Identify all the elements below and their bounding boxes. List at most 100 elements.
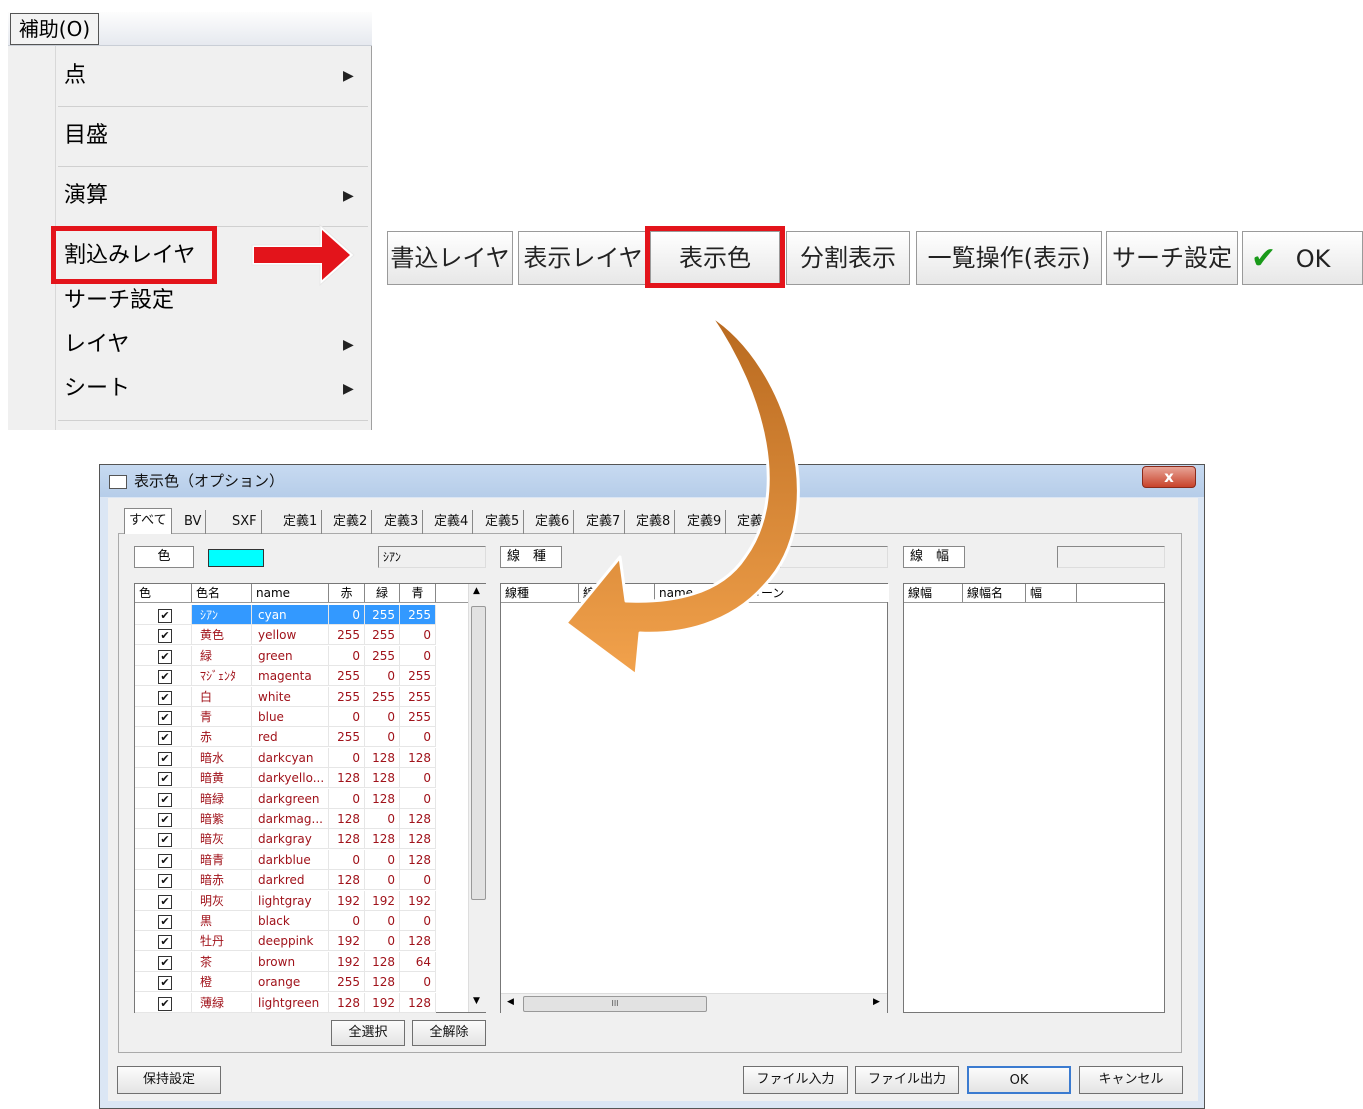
menu-title-hojo[interactable]: 補助(O) — [10, 13, 99, 45]
col-header-blue[interactable]: 青 — [400, 584, 436, 602]
tab-sxf[interactable]: SXF — [228, 510, 262, 534]
col-header-width[interactable]: 幅 — [1026, 584, 1077, 602]
table-row[interactable]: ✔ 薄緑 lightgreen 128 192 128 — [135, 992, 465, 1013]
menu-item-layer[interactable]: レイヤ — [64, 327, 129, 363]
table-row[interactable]: ✔ 暗黄 darkyello... 128 128 0 — [135, 768, 465, 789]
table-row[interactable]: ✔ 暗赤 darkred 128 0 0 — [135, 870, 465, 891]
table-row[interactable]: ✔ ｼｱﾝ cyan 0 255 255 — [135, 605, 465, 625]
blue-value: 255 — [400, 707, 436, 727]
table-row[interactable]: ✔ 暗紫 darkmag... 128 0 128 — [135, 809, 465, 829]
menu-item-interrupt-layer[interactable]: 割込みレイヤ — [64, 238, 195, 274]
table-row[interactable]: ✔ 緑 green 0 255 0 — [135, 645, 465, 666]
col-header-linewidth-name[interactable]: 線幅名 — [963, 584, 1026, 602]
table-row[interactable]: ✔ 暗水 darkcyan 0 128 128 — [135, 747, 465, 768]
green-value: 255 — [365, 645, 400, 666]
blue-value: 128 — [400, 931, 436, 952]
checkbox[interactable]: ✔ — [158, 609, 172, 623]
checkbox[interactable]: ✔ — [158, 955, 172, 970]
file-export-button[interactable]: ファイル出力 — [855, 1066, 959, 1094]
checkbox[interactable]: ✔ — [158, 690, 172, 705]
cancel-button[interactable]: キャンセル — [1079, 1066, 1183, 1094]
toolbar-search-settings-button[interactable]: サーチ設定 — [1106, 231, 1238, 285]
table-row[interactable]: ✔ 暗緑 darkgreen 0 128 0 — [135, 788, 465, 809]
checkbox[interactable]: ✔ — [158, 915, 172, 929]
col-header-green[interactable]: 緑 — [365, 584, 400, 602]
table-row[interactable]: ✔ 暗灰 darkgray 128 128 128 — [135, 829, 465, 850]
checkbox[interactable]: ✔ — [158, 731, 172, 746]
checkbox[interactable]: ✔ — [158, 751, 172, 766]
dialog-ok-button[interactable]: OK — [967, 1066, 1071, 1094]
red-value: 0 — [329, 645, 365, 666]
checkbox[interactable]: ✔ — [158, 976, 172, 991]
header-divider — [135, 602, 485, 603]
menu-item-calc[interactable]: 演算 — [64, 178, 108, 214]
menu-item-point[interactable]: 点 — [64, 58, 86, 94]
tab-def3[interactable]: 定義3 — [380, 510, 424, 534]
toolbar-list-operation-button[interactable]: 一覧操作(表示) — [916, 231, 1102, 285]
table-row[interactable]: ✔ 牡丹 deeppink 192 0 128 — [135, 931, 465, 952]
table-row[interactable]: ✔ 黒 black 0 0 0 — [135, 911, 465, 931]
table-row[interactable]: ✔ 暗青 darkblue 0 0 128 — [135, 849, 465, 870]
menu-item-sheet[interactable]: シート — [64, 371, 130, 407]
scrollbar-thumb[interactable]: III — [523, 996, 707, 1012]
col-header-color-name[interactable]: 色名 — [192, 584, 252, 602]
menu-item-scale[interactable]: 目盛 — [64, 118, 108, 154]
table-row[interactable]: ✔ 白 white 255 255 255 — [135, 686, 465, 707]
col-header-name[interactable]: name — [252, 584, 329, 602]
table-row[interactable]: ✔ 赤 red 255 0 0 — [135, 727, 465, 748]
toolbar-write-layer-button[interactable]: 書込レイヤ — [387, 231, 513, 285]
color-name-field[interactable]: ｼｱﾝ — [378, 546, 486, 568]
toolbar-split-view-button[interactable]: 分割表示 — [786, 231, 910, 285]
checkbox[interactable]: ✔ — [158, 711, 172, 725]
linewidth-list[interactable]: 線幅 線幅名 幅 — [903, 583, 1165, 1013]
menu-item-search-settings[interactable]: サーチ設定 — [64, 283, 174, 319]
checkbox[interactable]: ✔ — [158, 670, 172, 685]
toolbar-display-layer-button[interactable]: 表示レイヤ — [518, 231, 648, 285]
checkbox[interactable]: ✔ — [158, 629, 172, 644]
toolbar-ok-button[interactable]: ✔ OK — [1242, 231, 1363, 285]
color-en-name: orange — [252, 972, 329, 993]
scroll-left-icon[interactable]: ◀ — [507, 997, 514, 1007]
file-import-button[interactable]: ファイル入力 — [743, 1066, 848, 1094]
checkbox[interactable]: ✔ — [158, 772, 172, 787]
tab-def1[interactable]: 定義1 — [279, 510, 323, 534]
tab-def5[interactable]: 定義5 — [481, 510, 525, 534]
table-row[interactable]: ✔ 青 blue 0 0 255 — [135, 707, 465, 727]
col-header-linewidth[interactable]: 線幅 — [904, 584, 963, 602]
tab-all[interactable]: すべて — [124, 508, 172, 534]
linewidth-field[interactable] — [1057, 546, 1165, 568]
table-row[interactable]: ✔ 茶 brown 192 128 64 — [135, 951, 465, 972]
checkbox[interactable]: ✔ — [158, 813, 172, 827]
col-header-color[interactable]: 色 — [135, 584, 192, 602]
checkbox[interactable]: ✔ — [158, 996, 172, 1011]
checkbox[interactable]: ✔ — [158, 894, 172, 909]
color-list[interactable]: 色 色名 name 赤 緑 青 ✔ ｼｱﾝ cyan 0 255 255 ✔ 黄色 yellow… — [134, 583, 486, 1013]
checkbox[interactable]: ✔ — [158, 874, 172, 889]
vertical-scrollbar[interactable]: ▲ ▼ — [468, 584, 486, 1012]
red-value: 255 — [329, 625, 365, 646]
table-row[interactable]: ✔ 黄色 yellow 255 255 0 — [135, 625, 465, 646]
scroll-down-icon[interactable]: ▼ — [473, 996, 480, 1006]
table-row[interactable]: ✔ 橙 orange 255 128 0 — [135, 972, 465, 993]
blue-value: 0 — [400, 768, 436, 789]
horizontal-scrollbar[interactable]: ◀ III ▶ — [501, 993, 887, 1013]
keep-settings-button[interactable]: 保持設定 — [117, 1066, 221, 1094]
tab-def4[interactable]: 定義4 — [430, 510, 474, 534]
blue-value: 128 — [400, 747, 436, 768]
checkbox[interactable]: ✔ — [158, 792, 172, 807]
table-row[interactable]: ✔ ﾏｼﾞｪﾝﾀ magenta 255 0 255 — [135, 666, 465, 687]
tab-def2[interactable]: 定義2 — [329, 510, 373, 534]
tab-bv[interactable]: BV — [180, 510, 207, 534]
checkbox[interactable]: ✔ — [158, 649, 172, 664]
scrollbar-thumb[interactable] — [471, 606, 486, 900]
scroll-up-icon[interactable]: ▲ — [473, 586, 480, 596]
checkbox[interactable]: ✔ — [158, 935, 172, 950]
checkbox[interactable]: ✔ — [158, 833, 172, 848]
col-header-red[interactable]: 赤 — [329, 584, 365, 602]
deselect-all-button[interactable]: 全解除 — [412, 1020, 486, 1046]
select-all-button[interactable]: 全選択 — [331, 1020, 405, 1046]
checkbox[interactable]: ✔ — [158, 853, 172, 868]
table-row[interactable]: ✔ 明灰 lightgray 192 192 192 — [135, 890, 465, 911]
close-button[interactable]: x — [1142, 466, 1196, 488]
scroll-right-icon[interactable]: ▶ — [873, 997, 880, 1007]
